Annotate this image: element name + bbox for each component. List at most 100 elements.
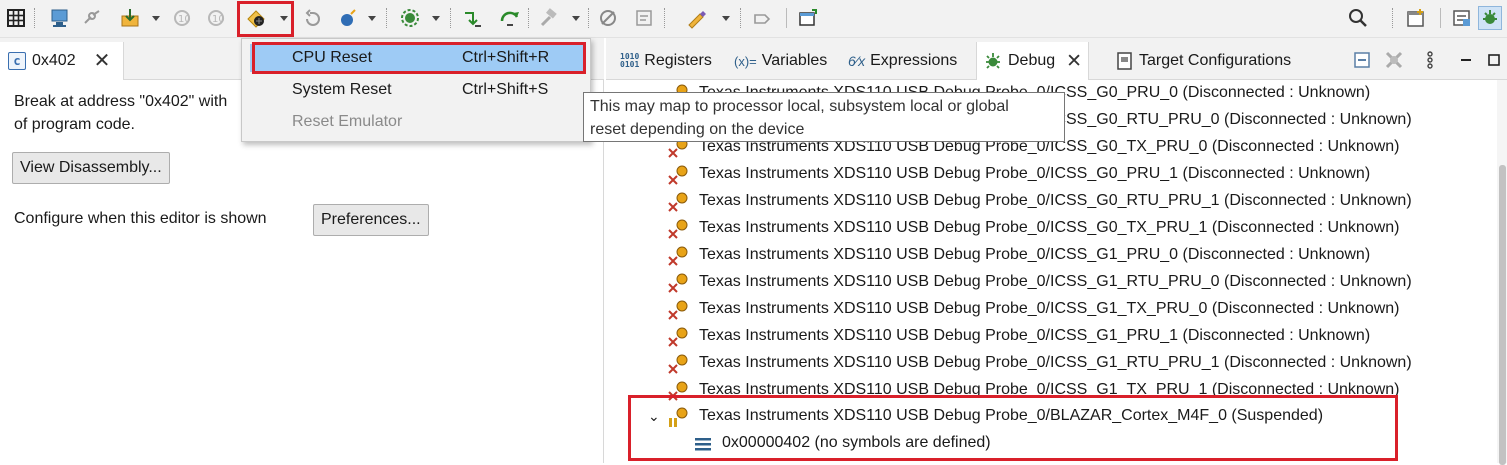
disconnected-core-icon bbox=[668, 381, 688, 401]
disconnected-core-icon bbox=[668, 246, 688, 266]
ccs-edit-icon[interactable] bbox=[1450, 6, 1474, 30]
toolbar-separator bbox=[1440, 8, 1441, 28]
restart-icon[interactable] bbox=[300, 6, 324, 30]
close-icon[interactable]: ✕ bbox=[1066, 50, 1082, 73]
debug-launch-icon[interactable] bbox=[48, 6, 72, 30]
tab-variables-label: Variables bbox=[761, 52, 828, 69]
main-toolbar: 10 10 bbox=[0, 0, 1507, 38]
view-tab-bar: 1010 0101 Registers (x)= Variables 6⁄x Ex… bbox=[606, 38, 1507, 80]
toolbar-separator bbox=[1392, 8, 1393, 28]
step-over-icon[interactable] bbox=[498, 6, 522, 30]
tree-row-suspended[interactable]: ⌄ Texas Instruments XDS110 USB Debug Pro… bbox=[606, 404, 1506, 431]
menu-item-reset-emulator[interactable]: Reset Emulator bbox=[250, 108, 584, 136]
tree-row[interactable]: Texas Instruments XDS110 USB Debug Probe… bbox=[606, 162, 1506, 189]
view-menu-icon[interactable] bbox=[1418, 48, 1442, 72]
reset-dropdown-menu: CPU Reset Ctrl+Shift+R System Reset Ctrl… bbox=[241, 38, 591, 142]
tab-0x402[interactable]: c 0x402 ✕ bbox=[0, 42, 124, 80]
tree-row[interactable]: Texas Instruments XDS110 USB Debug Probe… bbox=[606, 378, 1506, 405]
tab-expressions-label: Expressions bbox=[870, 52, 958, 69]
toolbar-separator bbox=[386, 8, 387, 28]
tree-row-stack-frame[interactable]: 0x00000402 (no symbols are defined) bbox=[606, 431, 1506, 458]
menu-item-label: CPU Reset bbox=[292, 49, 373, 66]
step-into-icon[interactable] bbox=[460, 6, 484, 30]
tree-row[interactable]: Texas Instruments XDS110 USB Debug Probe… bbox=[606, 351, 1506, 378]
load-program-icon[interactable] bbox=[118, 6, 142, 30]
load-program-dropdown-icon[interactable] bbox=[152, 16, 160, 21]
breakpoint-icon[interactable] bbox=[596, 6, 620, 30]
tab-target-configurations-label: Target Configurations bbox=[1139, 52, 1292, 69]
grid-icon[interactable] bbox=[4, 6, 28, 30]
disconnected-core-icon bbox=[668, 327, 688, 347]
toolbar-separator bbox=[588, 8, 589, 28]
debug-perspective-icon[interactable] bbox=[1478, 6, 1502, 30]
new-window-icon[interactable] bbox=[796, 6, 820, 30]
tree-row-label: Texas Instruments XDS110 USB Debug Probe… bbox=[699, 192, 1412, 209]
tree-row[interactable]: Texas Instruments XDS110 USB Debug Probe… bbox=[606, 216, 1506, 243]
scrollbar-thumb[interactable] bbox=[1499, 165, 1506, 465]
toolbar-separator bbox=[786, 8, 787, 28]
search-icon[interactable] bbox=[1346, 6, 1370, 30]
tab-debug-label: Debug bbox=[1008, 52, 1056, 69]
tree-row[interactable]: Texas Instruments XDS110 USB Debug Probe… bbox=[606, 324, 1506, 351]
variables-icon: (x)= bbox=[734, 53, 757, 69]
tree-row-label: Texas Instruments XDS110 USB Debug Probe… bbox=[699, 219, 1400, 236]
connect-icon[interactable] bbox=[80, 6, 104, 30]
collapse-all-icon[interactable] bbox=[1350, 48, 1374, 72]
tree-row-label: Texas Instruments XDS110 USB Debug Probe… bbox=[699, 354, 1412, 371]
scrollbar[interactable] bbox=[1497, 80, 1507, 465]
gear-run-icon[interactable] bbox=[398, 6, 422, 30]
tab-registers-label: Registers bbox=[644, 52, 712, 69]
tree-row-label: Texas Instruments XDS110 USB Debug Probe… bbox=[699, 300, 1400, 317]
reset-dropdown-icon[interactable] bbox=[280, 16, 288, 21]
hammer-dropdown-icon[interactable] bbox=[572, 16, 580, 21]
hammer-icon[interactable] bbox=[536, 6, 560, 30]
tree-row-label: Texas Instruments XDS110 USB Debug Probe… bbox=[699, 165, 1371, 182]
pencil-dropdown-icon[interactable] bbox=[722, 16, 730, 21]
svg-text:10: 10 bbox=[212, 14, 225, 25]
tree-row[interactable]: Texas Instruments XDS110 USB Debug Probe… bbox=[606, 297, 1506, 324]
run-icon[interactable] bbox=[336, 6, 360, 30]
preferences-button[interactable]: Preferences... bbox=[313, 204, 429, 236]
tree-row-label: 0x00000402 (no symbols are defined) bbox=[722, 434, 991, 451]
tree-row[interactable]: Texas Instruments XDS110 USB Debug Probe… bbox=[606, 189, 1506, 216]
minimize-icon[interactable] bbox=[1454, 48, 1478, 72]
chevron-down-icon[interactable]: ⌄ bbox=[648, 408, 660, 425]
disconnected-core-icon bbox=[668, 354, 688, 374]
chip-a-icon[interactable]: 10 bbox=[170, 6, 194, 30]
gear-run-dropdown-icon[interactable] bbox=[432, 16, 440, 21]
menu-item-system-reset[interactable]: System Reset Ctrl+Shift+S bbox=[250, 76, 584, 104]
remove-all-icon[interactable] bbox=[1382, 48, 1406, 72]
view-disassembly-button[interactable]: View Disassembly... bbox=[12, 152, 170, 184]
maximize-icon[interactable] bbox=[1482, 48, 1506, 72]
reset-icon[interactable] bbox=[244, 6, 268, 30]
tree-row-label: Texas Instruments XDS110 USB Debug Probe… bbox=[699, 327, 1371, 344]
editor-tab-label: 0x402 bbox=[32, 52, 76, 69]
tab-debug[interactable]: Debug ✕ bbox=[976, 42, 1090, 80]
chip-b-icon[interactable]: 10 bbox=[204, 6, 228, 30]
c-file-icon: c bbox=[8, 52, 26, 70]
tab-expressions[interactable]: 6⁄x Expressions bbox=[842, 42, 963, 80]
pencil-icon[interactable] bbox=[684, 6, 708, 30]
run-dropdown-icon[interactable] bbox=[368, 16, 376, 21]
tab-variables[interactable]: (x)= Variables bbox=[728, 42, 833, 80]
tooltip-line2: reset depending on the device bbox=[590, 121, 805, 138]
expressions-toolbar-icon[interactable] bbox=[632, 6, 656, 30]
step-return-icon[interactable] bbox=[750, 6, 774, 30]
close-icon[interactable]: ✕ bbox=[94, 51, 111, 71]
tree-row[interactable]: Texas Instruments XDS110 USB Debug Probe… bbox=[606, 270, 1506, 297]
stack-frame-icon bbox=[695, 438, 711, 451]
disconnected-core-icon bbox=[668, 273, 688, 293]
tree-row-label: Texas Instruments XDS110 USB Debug Probe… bbox=[699, 407, 1324, 424]
menu-item-shortcut: Ctrl+Shift+S bbox=[462, 81, 549, 98]
menu-item-cpu-reset[interactable]: CPU Reset Ctrl+Shift+R bbox=[250, 44, 584, 72]
break-message: Break at address "0x402" with of program… bbox=[14, 90, 227, 136]
tree-row-label: Texas Instruments XDS110 USB Debug Probe… bbox=[699, 246, 1371, 263]
tab-registers[interactable]: 1010 0101 Registers bbox=[614, 42, 718, 80]
debug-icon bbox=[986, 53, 1000, 69]
disconnected-core-icon bbox=[668, 165, 688, 185]
perspective-icon[interactable] bbox=[1404, 6, 1428, 30]
tree-row[interactable]: Texas Instruments XDS110 USB Debug Probe… bbox=[606, 243, 1506, 270]
toolbar-separator bbox=[450, 8, 451, 28]
tab-target-configurations[interactable]: Target Configurations bbox=[1110, 42, 1297, 80]
break-message-line2: of program code. bbox=[14, 116, 135, 133]
